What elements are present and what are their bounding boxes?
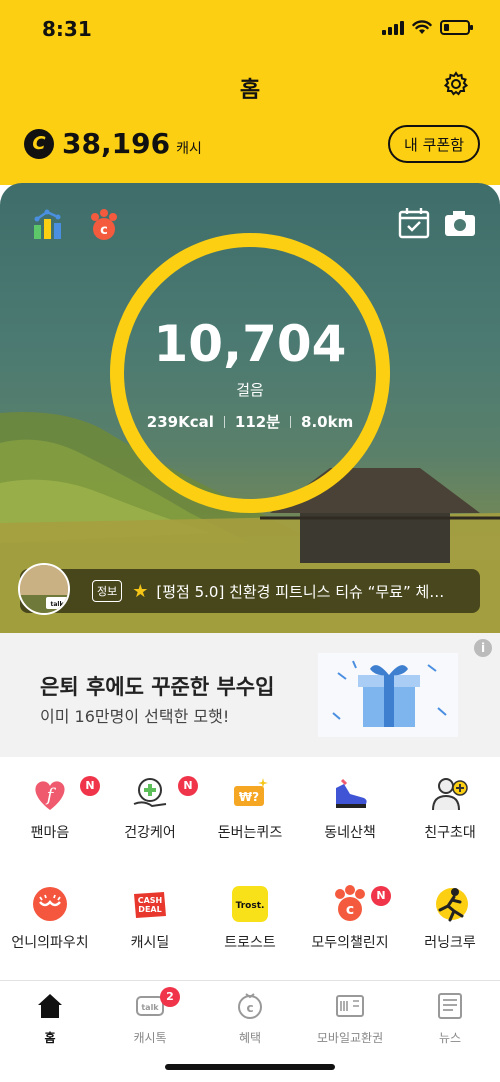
activity-stats: 239Kcal 112분 8.0km: [0, 411, 500, 432]
ad-banner[interactable]: i 은퇴 후에도 꾸준한 부수입 이미 16만명이 선택한 모햇!: [0, 633, 500, 757]
stats-chart-icon[interactable]: [30, 207, 66, 243]
nav-label: 뉴스: [438, 1031, 462, 1045]
cash-amount: 38,196: [62, 127, 171, 160]
star-icon: ★: [132, 580, 149, 602]
news-icon: [438, 993, 462, 1019]
signal-icon: [382, 20, 404, 35]
new-badge: N: [178, 776, 198, 796]
calories-value: 239Kcal: [146, 412, 214, 431]
notice-text: [평점 5.0] 친환경 피트니스 티슈 “무료” 체…: [156, 582, 445, 601]
menu-invite-friend[interactable]: 친구초대: [400, 762, 500, 852]
calendar-check-icon[interactable]: [396, 205, 432, 241]
invite-friend-icon: [432, 778, 468, 811]
status-icons: [382, 20, 473, 35]
nav-label: 모바일교환권: [316, 1031, 384, 1045]
voucher-icon: [336, 995, 364, 1017]
status-time: 8:31: [42, 17, 92, 41]
benefit-icon: c: [238, 993, 262, 1019]
menu-label: 트로스트: [224, 935, 276, 951]
challenge-paw-icon: c: [335, 885, 365, 921]
pouch-icon: [33, 887, 67, 921]
cash-deal-icon: CASH DEAL: [134, 892, 166, 918]
header: 홈 C 38,196 캐시 내 쿠폰함: [0, 60, 500, 185]
cash-deal-logo-text: CASH: [138, 896, 163, 905]
menu-health-care[interactable]: N 건강케어: [100, 762, 200, 852]
wifi-icon: [412, 20, 432, 34]
nav-home[interactable]: 홈: [0, 989, 100, 1049]
new-badge: N: [371, 886, 391, 906]
my-coupon-button[interactable]: 내 쿠폰함: [388, 125, 480, 163]
home-icon: [38, 994, 62, 1018]
ad-subtext: 이미 16만명이 선택한 모햇!: [40, 707, 230, 726]
minutes-value: 112분: [234, 413, 281, 431]
svg-text:c: c: [246, 1001, 253, 1015]
health-care-icon: [133, 778, 167, 808]
money-quiz-icon: ₩?: [234, 778, 268, 806]
runner-icon: [436, 888, 468, 922]
menu-money-quiz[interactable]: ₩? 돈버는퀴즈: [200, 762, 300, 852]
unread-badge: 2: [160, 987, 180, 1007]
menu-label: 건강케어: [124, 825, 176, 841]
gift-box-icon: [318, 653, 458, 737]
stats-divider: [223, 415, 225, 428]
sneaker-icon: [336, 778, 367, 808]
svg-text:c: c: [346, 902, 354, 918]
new-badge: N: [80, 776, 100, 796]
menu-sister-pouch[interactable]: 언니의파우치: [0, 872, 100, 962]
info-icon[interactable]: i: [474, 639, 492, 657]
menu-cash-deal[interactable]: CASH DEAL 캐시딜: [100, 872, 200, 962]
menu-label: 팬마음: [30, 825, 70, 841]
nav-cashtalk[interactable]: talk 2 캐시톡: [100, 987, 200, 1049]
battery-icon: [440, 20, 473, 35]
home-indicator: [165, 1064, 335, 1070]
gear-icon[interactable]: [442, 70, 470, 98]
stats-divider: [290, 415, 292, 428]
cashtalk-avatar[interactable]: talk: [18, 563, 70, 615]
trost-icon: Trost.: [232, 886, 268, 922]
svg-text:DEAL: DEAL: [138, 905, 161, 914]
nav-news[interactable]: 뉴스: [400, 989, 500, 1049]
nav-benefit[interactable]: c 혜택: [200, 989, 300, 1049]
avatar-logo-text: talk: [51, 601, 65, 608]
trost-logo-text: Trost.: [236, 901, 265, 911]
menu-label: 돈버는퀴즈: [217, 825, 283, 841]
step-progress-ring[interactable]: [110, 233, 390, 513]
page-title: 홈: [239, 78, 261, 103]
status-bar: 8:31: [0, 0, 500, 60]
nav-label: 혜택: [238, 1031, 262, 1045]
nav-label: 캐시톡: [133, 1031, 167, 1045]
svg-text:₩?: ₩?: [239, 790, 259, 804]
challenge-paw-icon[interactable]: c: [86, 207, 122, 243]
ad-headline: 은퇴 후에도 꾸준한 부수입: [40, 675, 275, 699]
notice-ticker[interactable]: 정보 ★ [평점 5.0] 친환경 피트니스 티슈 “무료” 체…: [20, 569, 480, 613]
nav-label: 홈: [44, 1031, 56, 1045]
menu-running-crew[interactable]: 러닝크루: [400, 872, 500, 962]
menu-label: 모두의챌린지: [311, 935, 389, 951]
menu-neighborhood-walk[interactable]: 동네산책: [300, 762, 400, 852]
nav-mobile-voucher[interactable]: 모바일교환권: [300, 989, 400, 1049]
menu-label: 캐시딜: [130, 935, 170, 951]
distance-value: 8.0km: [301, 412, 354, 431]
cash-balance: C 38,196 캐시: [24, 127, 202, 160]
menu-label: 러닝크루: [424, 935, 476, 951]
step-count: 10,704: [153, 315, 347, 373]
cash-unit: 캐시: [176, 140, 202, 157]
camera-icon[interactable]: [442, 205, 478, 241]
svg-text:talk: talk: [141, 1003, 159, 1012]
fan-heart-icon: f: [35, 781, 65, 810]
svg-text:c: c: [100, 223, 108, 238]
menu-label: 언니의파우치: [11, 935, 89, 951]
menu-fanmaeum[interactable]: f N 팬마음: [0, 762, 100, 852]
cash-coin-icon: C: [24, 128, 54, 159]
notice-tag: 정보: [92, 580, 123, 602]
menu-label: 동네산책: [324, 825, 376, 841]
step-label: 걸음: [236, 381, 264, 399]
menu-everyone-challenge[interactable]: c N 모두의챌린지: [300, 872, 400, 962]
menu-label: 친구초대: [424, 825, 476, 841]
step-hero: c 10,704 걸음 239Kcal 112분 8.0km 정보 ★ [평점 …: [0, 183, 500, 633]
menu-trost[interactable]: Trost. 트로스트: [200, 872, 300, 962]
